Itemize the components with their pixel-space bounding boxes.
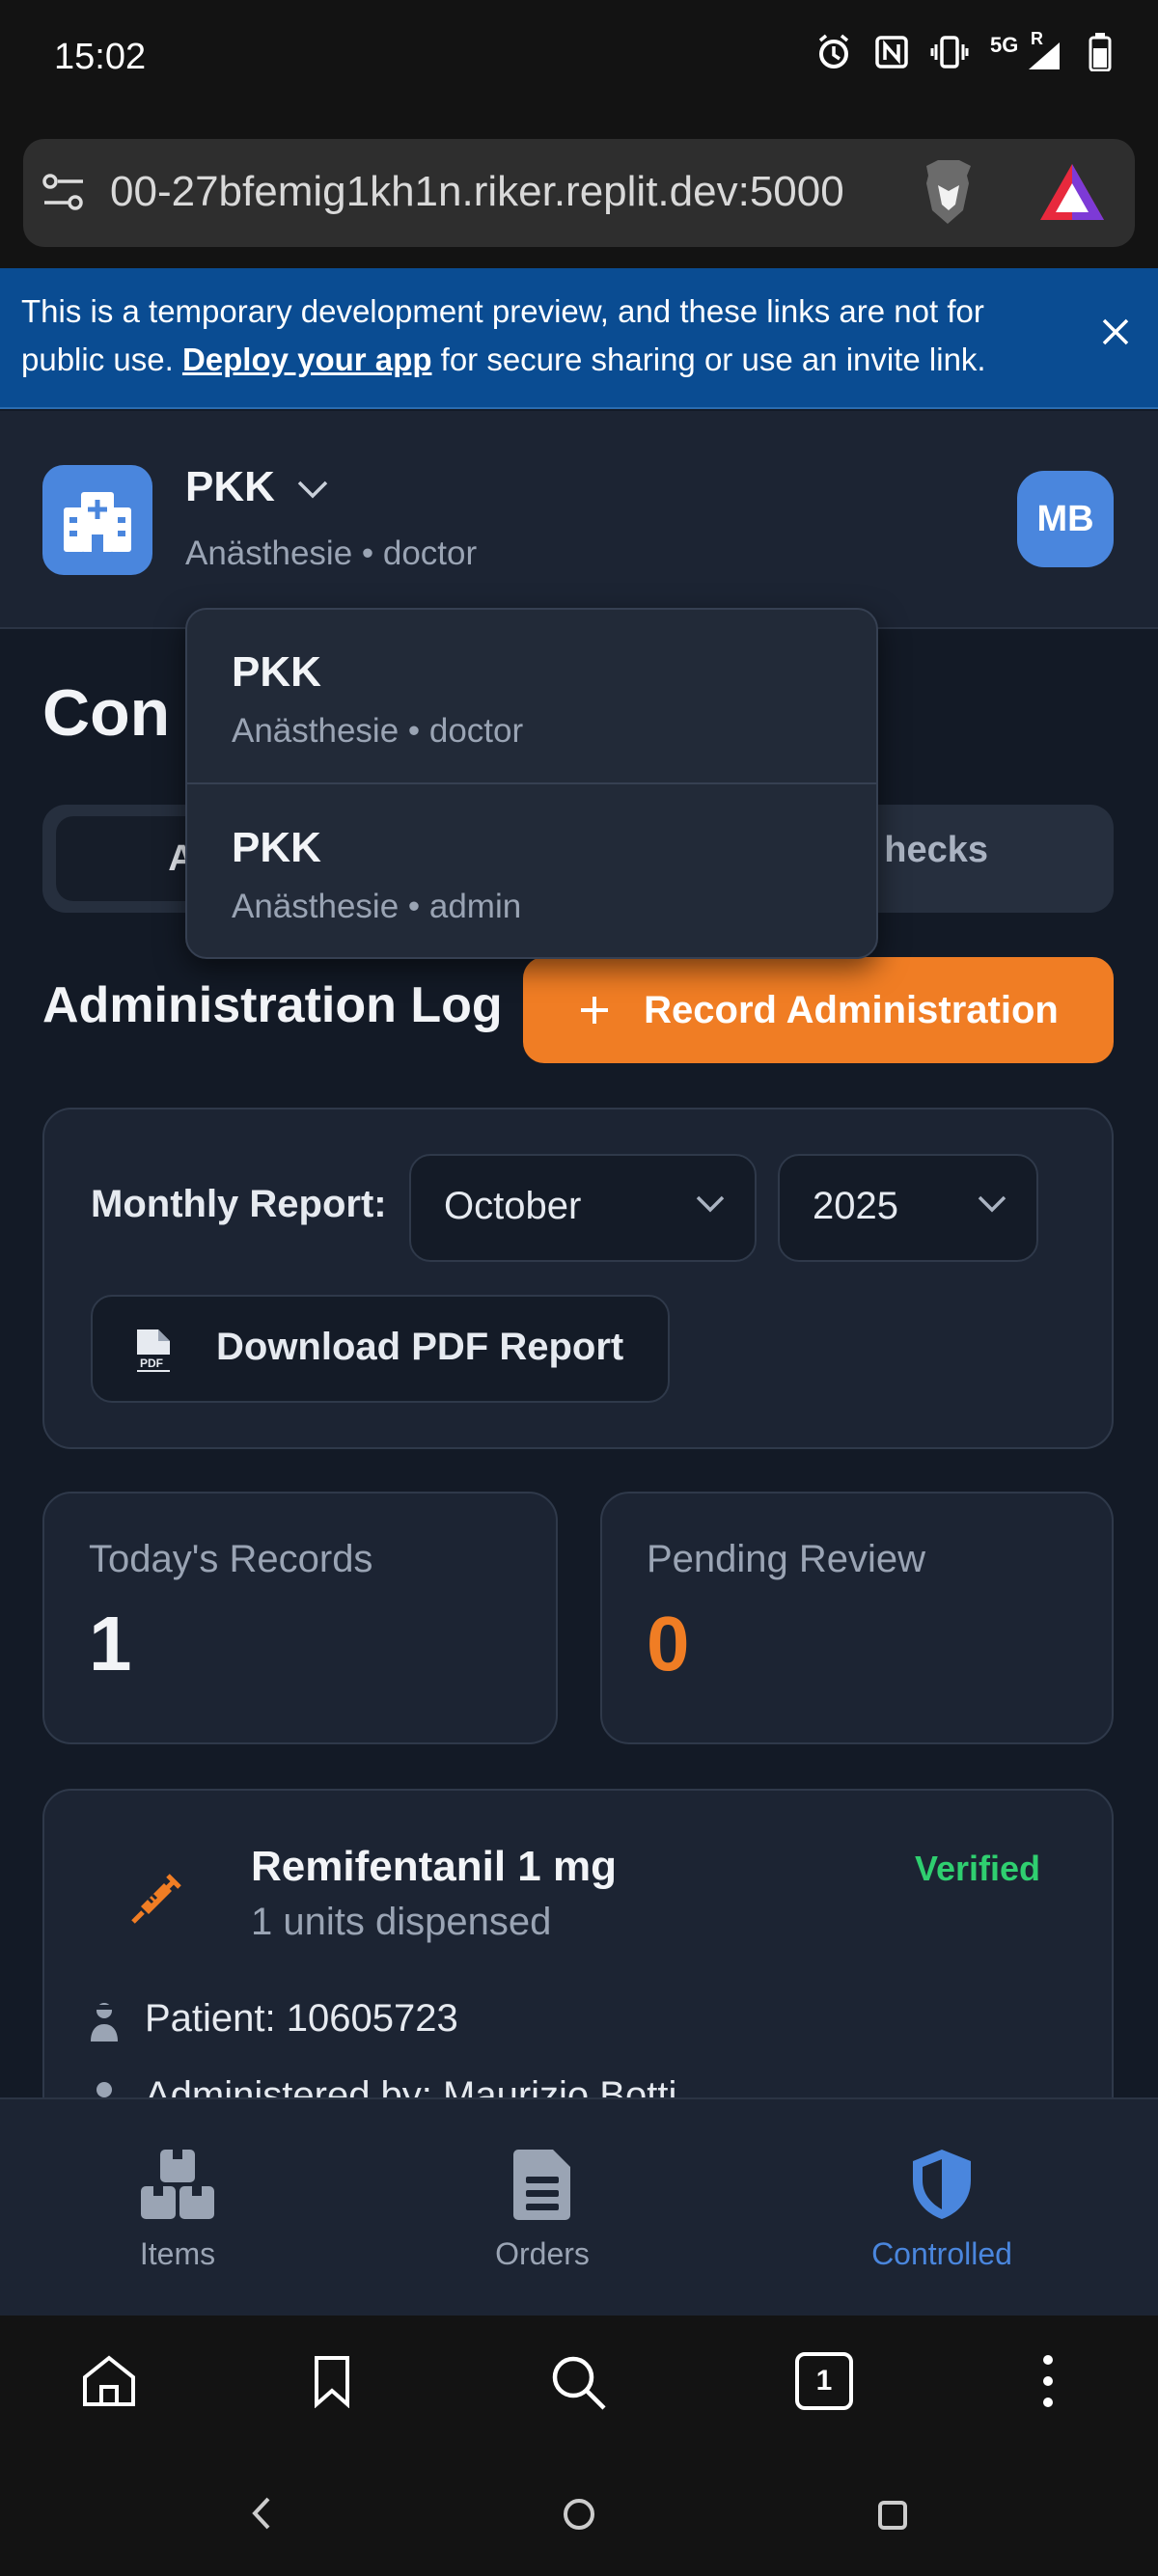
more-menu-icon[interactable]: [1036, 2354, 1060, 2408]
recents-icon[interactable]: [876, 2499, 909, 2532]
signal-icon: [1029, 42, 1060, 69]
deploy-link[interactable]: Deploy your app: [182, 342, 432, 377]
network-label: 5G: [990, 33, 1019, 57]
boxes-icon: [141, 2150, 214, 2219]
stat-card-today: Today's Records 1: [42, 1492, 558, 1744]
bookmark-icon[interactable]: [313, 2354, 351, 2408]
status-bar: 15:02 5G R: [0, 0, 1158, 125]
dropdown-item-admin[interactable]: PKK Anästhesie • admin: [187, 785, 876, 960]
month-select[interactable]: October: [409, 1154, 757, 1262]
search-icon[interactable]: [550, 2354, 608, 2412]
banner-text-after: for secure sharing or use an invite link…: [431, 342, 986, 377]
section-title: Administration Log: [42, 977, 503, 1033]
patient-icon: [91, 2003, 118, 2042]
month-value: October: [444, 1185, 582, 1227]
chevron-down-icon: [696, 1195, 725, 1213]
year-select[interactable]: 2025: [778, 1154, 1038, 1262]
nav-label: Orders: [495, 2236, 590, 2271]
chevron-down-icon: [978, 1195, 1006, 1213]
nav-items[interactable]: Items: [120, 2148, 235, 2272]
app-header: PKK Anästhesie • doctor MB: [0, 411, 1158, 629]
status-time: 15:02: [54, 37, 147, 77]
stat-label: Pending Review: [647, 1538, 926, 1580]
tab-checks[interactable]: hecks: [884, 830, 988, 871]
download-pdf-label: Download PDF Report: [216, 1326, 624, 1368]
shield-icon: [913, 2150, 971, 2219]
nfc-icon: [875, 36, 908, 69]
syringe-icon: [131, 1874, 181, 1924]
nav-controlled[interactable]: Controlled: [855, 2148, 1029, 2272]
dev-preview-banner: This is a temporary development preview,…: [0, 268, 1158, 409]
banner-text: This is a temporary development preview,…: [21, 288, 1044, 384]
hospital-switcher[interactable]: PKK: [185, 463, 329, 511]
monthly-report-card: Monthly Report: October 2025 PDF Downloa…: [42, 1108, 1114, 1449]
dispensed-units: 1 units dispensed: [251, 1901, 552, 1943]
stat-value-pending: 0: [647, 1601, 690, 1686]
tab-count: 1: [815, 2365, 833, 2397]
site-settings-icon[interactable]: [41, 172, 87, 214]
browser-bottom-bar: 1: [0, 2316, 1158, 2451]
home-button-icon[interactable]: [562, 2497, 596, 2532]
hospital-icon: [64, 492, 131, 552]
stat-card-pending: Pending Review 0: [600, 1492, 1114, 1744]
page-title: Con: [42, 676, 171, 750]
svg-text:PDF: PDF: [140, 1357, 163, 1370]
vibrate-icon: [930, 36, 969, 69]
nav-orders[interactable]: Orders: [481, 2148, 604, 2272]
dropdown-item-name: PKK: [232, 824, 321, 871]
dropdown-item-sub: Anästhesie • admin: [232, 888, 522, 925]
tab-switcher[interactable]: 1: [795, 2352, 853, 2410]
hospital-name: PKK: [185, 463, 275, 510]
chevron-down-icon: [297, 481, 328, 499]
download-pdf-button[interactable]: PDF Download PDF Report: [91, 1295, 670, 1403]
record-administration-label: Record Administration: [644, 988, 1059, 1031]
drug-name: Remifentanil 1 mg: [251, 1843, 617, 1890]
dropdown-item-doctor[interactable]: PKK Anästhesie • doctor: [187, 610, 876, 784]
brave-rewards-icon[interactable]: [1038, 162, 1106, 222]
dropdown-item-sub: Anästhesie • doctor: [232, 712, 524, 750]
url-text[interactable]: 00-27bfemig1kh1n.riker.replit.dev:5000: [110, 168, 921, 216]
patient-id: Patient: 10605723: [145, 1997, 458, 2040]
stat-value-today: 1: [89, 1601, 132, 1686]
clipboard-icon: [513, 2150, 570, 2220]
record-administration-button[interactable]: Record Administration: [523, 957, 1114, 1063]
nav-label: Controlled: [871, 2236, 1012, 2271]
back-icon[interactable]: [249, 2495, 272, 2532]
hospital-logo[interactable]: [42, 465, 152, 575]
close-icon[interactable]: [1100, 316, 1131, 347]
address-bar[interactable]: 00-27bfemig1kh1n.riker.replit.dev:5000: [23, 139, 1135, 247]
hospital-dropdown: PKK Anästhesie • doctor PKK Anästhesie •…: [185, 608, 878, 959]
unit-role: Anästhesie • doctor: [185, 534, 478, 572]
avatar[interactable]: MB: [1017, 471, 1114, 567]
dropdown-item-name: PKK: [232, 648, 321, 696]
brave-shields-icon[interactable]: [917, 158, 980, 228]
browser-toolbar: 00-27bfemig1kh1n.riker.replit.dev:5000: [0, 125, 1158, 268]
system-nav: [0, 2451, 1158, 2576]
nav-label: Items: [139, 2236, 216, 2271]
home-icon[interactable]: [81, 2354, 137, 2408]
signal-indicator: 5G R: [990, 29, 1067, 71]
pdf-file-icon: PDF: [137, 1329, 170, 1372]
battery-icon: [1089, 33, 1112, 71]
monthly-report-label: Monthly Report:: [91, 1183, 387, 1225]
bottom-nav: Items Orders Controlled: [0, 2097, 1158, 2316]
plus-icon: [581, 997, 609, 1024]
stat-label: Today's Records: [89, 1538, 373, 1580]
status-badge: Verified: [914, 1849, 1040, 1888]
year-value: 2025: [813, 1185, 898, 1227]
alarm-icon: [818, 34, 849, 69]
